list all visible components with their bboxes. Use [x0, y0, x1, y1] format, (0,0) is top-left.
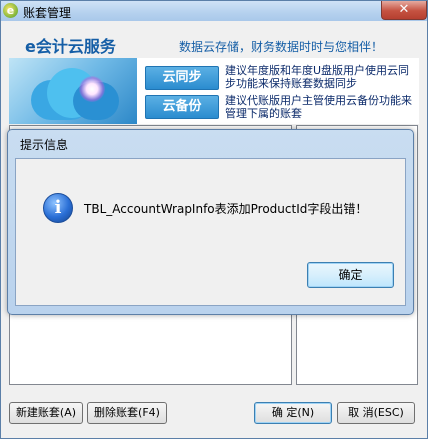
app-logo-icon: e [3, 3, 18, 18]
info-icon: i [43, 193, 73, 223]
dialog-title: 提示信息 [20, 138, 69, 152]
window-title: 账套管理 [23, 6, 72, 20]
dialog-message: TBL_AccountWrapInfo表添加ProductId字段出错！ [84, 202, 368, 216]
cancel-button[interactable]: 取 消(ESC) [337, 402, 415, 424]
title-bar[interactable]: e 账套管理 ✕ [1, 1, 427, 21]
dialog-ok-button[interactable]: 确定 [307, 262, 394, 288]
service-slogan: 数据云存储，财务数据时时与您相伴！ [179, 40, 384, 54]
cloud-illustration [9, 58, 137, 124]
cloud-sync-button[interactable]: 云同步 [145, 66, 219, 90]
service-title: e会计云服务 [25, 37, 116, 56]
confirm-button[interactable]: 确 定(N) [254, 402, 332, 424]
cloud-backup-description: 建议代账版用户主管使用云备份功能来管理下属的账套 [225, 94, 412, 120]
cloud-sync-description: 建议年度版和年度U盘版用户使用云同步功能来保持账套数据同步 [225, 64, 410, 90]
close-button[interactable]: ✕ [381, 1, 427, 20]
delete-account-button[interactable]: 删除账套(F4) [87, 402, 167, 424]
cloud-backup-button[interactable]: 云备份 [145, 95, 219, 119]
new-account-button[interactable]: 新建账套(A) [9, 402, 83, 424]
